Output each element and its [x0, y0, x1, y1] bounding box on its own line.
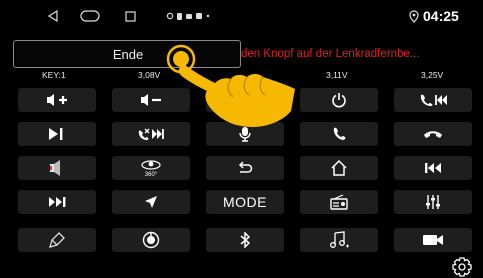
- steering-wheel-learning-screen: 04:25 Ende den Knopf auf der Lenkradfern…: [0, 0, 483, 278]
- bluetooth-button[interactable]: [206, 228, 284, 252]
- dvr-button[interactable]: [112, 228, 190, 252]
- bluetooth-icon: [233, 230, 257, 250]
- notification-icons: [165, 7, 215, 25]
- volume-down-icon: [139, 90, 163, 110]
- voice-icon: [45, 230, 69, 250]
- hangup-next-icon: [136, 124, 166, 144]
- phone-icon: [327, 124, 351, 144]
- home-outline-icon: [327, 158, 351, 178]
- voltage-label: 3,11V: [326, 70, 348, 80]
- radio-button[interactable]: [300, 190, 378, 214]
- equalizer-icon: [421, 192, 445, 212]
- call-prev-button[interactable]: [394, 88, 472, 112]
- dvr-icon: [139, 230, 163, 250]
- voice-button[interactable]: [18, 228, 96, 252]
- return-button[interactable]: [206, 156, 284, 180]
- clock: 04:25: [423, 8, 459, 24]
- camera-icon: [421, 230, 445, 250]
- speaker-button[interactable]: [18, 156, 96, 180]
- hangup-icon: [421, 124, 445, 144]
- volume-up-button[interactable]: [18, 88, 96, 112]
- mode-button[interactable]: MODE: [206, 190, 284, 214]
- play-pause-button[interactable]: [18, 122, 96, 146]
- call-prev-icon: [418, 90, 448, 110]
- return-icon: [233, 158, 257, 178]
- camera-button[interactable]: [394, 228, 472, 252]
- recent-apps-icon[interactable]: [123, 7, 137, 25]
- 360-camera-button[interactable]: 360°: [112, 156, 190, 180]
- volume-up-icon: [45, 90, 69, 110]
- status-bar: 04:25: [0, 0, 483, 32]
- speaker-icon: [45, 158, 69, 178]
- power-button[interactable]: [300, 88, 378, 112]
- voltage-label: 3,08V: [138, 70, 161, 80]
- key-index-label: KEY:1: [42, 70, 66, 80]
- fast-forward-button[interactable]: [18, 190, 96, 214]
- navigation-button[interactable]: [112, 190, 190, 214]
- tutorial-hand-icon: [163, 41, 303, 133]
- power-icon: [327, 90, 351, 110]
- music-button[interactable]: [300, 228, 378, 252]
- previous-track-icon: [421, 158, 445, 178]
- mode-label: MODE: [223, 194, 267, 210]
- previous-track-button[interactable]: [394, 156, 472, 180]
- play-pause-icon: [45, 124, 69, 144]
- location-icon: [407, 7, 421, 25]
- back-icon[interactable]: [44, 7, 62, 25]
- music-icon: [327, 230, 351, 250]
- answer-call-button[interactable]: [300, 122, 378, 146]
- navigation-icon: [139, 192, 163, 212]
- fast-forward-icon: [45, 192, 69, 212]
- radio-icon: [327, 192, 351, 212]
- equalizer-button[interactable]: [394, 190, 472, 214]
- svg-text:360°: 360°: [145, 172, 158, 178]
- home-outline-button[interactable]: [300, 156, 378, 180]
- settings-gear-icon[interactable]: [452, 257, 472, 277]
- 360-camera-icon: 360°: [139, 158, 163, 178]
- voltage-label: 3,25V: [421, 70, 444, 80]
- hangup-button[interactable]: [394, 122, 472, 146]
- home-icon[interactable]: [80, 7, 100, 25]
